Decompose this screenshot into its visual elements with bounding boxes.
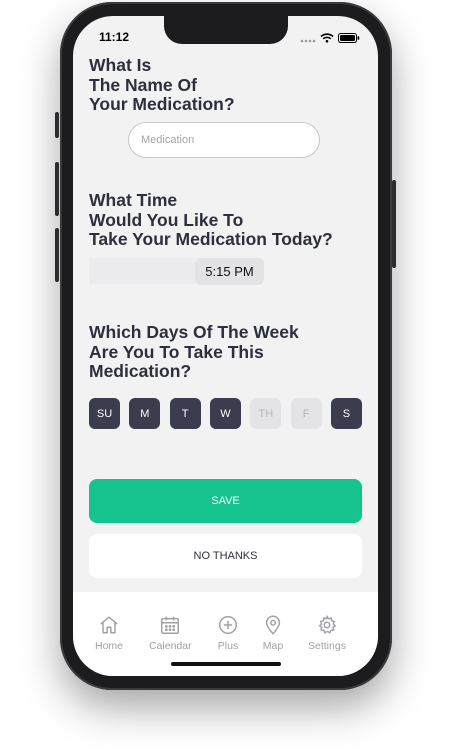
tab-plus[interactable]: Plus (217, 614, 239, 652)
side-button-mute (55, 112, 59, 138)
tab-label: Calendar (149, 640, 192, 652)
day-toggle-wednesday[interactable]: W (209, 398, 241, 429)
signal-icon (300, 30, 316, 48)
status-time: 11:12 (99, 30, 130, 44)
day-toggle-saturday[interactable]: S (330, 398, 362, 429)
day-toggle-friday[interactable]: F (290, 398, 322, 429)
notch (164, 16, 288, 44)
heading-line: What Time (89, 190, 178, 210)
tab-label: Plus (217, 640, 239, 652)
day-toggle-monday[interactable]: M (129, 398, 161, 429)
tab-label: Settings (308, 640, 346, 652)
save-button[interactable]: SAVE (89, 479, 362, 523)
medication-name-heading: What Is The Name Of Your Medication? (89, 55, 235, 115)
gear-icon (316, 614, 338, 640)
heading-line: Take Your Medication Today? (89, 229, 333, 249)
day-selector: SU M T W TH F S (89, 398, 362, 429)
tab-settings[interactable]: Settings (308, 614, 346, 652)
heading-line: What Is (89, 55, 152, 75)
heading-line: Your Medication? (89, 94, 235, 114)
heading-line: Which Days Of The Week (89, 322, 299, 342)
tab-home[interactable]: Home (95, 614, 123, 652)
tab-calendar[interactable]: Calendar (149, 614, 192, 652)
time-picker-field[interactable] (89, 258, 199, 284)
medication-input[interactable] (128, 122, 320, 158)
app-screen: 11:12 What Is The Name Of Your Medicatio… (73, 16, 378, 676)
tab-label: Map (262, 640, 284, 652)
day-toggle-tuesday[interactable]: T (169, 398, 201, 429)
wifi-icon (320, 30, 334, 48)
medication-days-heading: Which Days Of The Week Are You To Take T… (89, 322, 299, 382)
side-button-volume-down (55, 228, 59, 282)
tab-map[interactable]: Map (262, 614, 284, 652)
status-icons (300, 30, 360, 48)
calendar-icon (159, 614, 181, 640)
no-thanks-button[interactable]: NO THANKS (89, 534, 362, 578)
side-button-volume-up (55, 162, 59, 216)
heading-line: Are You To Take This (89, 341, 264, 362)
time-picker-button[interactable]: 5:15 PM (195, 258, 264, 285)
plus-circle-icon (217, 614, 239, 640)
side-button-power (392, 180, 396, 268)
home-icon (98, 614, 120, 640)
heading-line: Would You Like To (89, 209, 244, 230)
day-toggle-sunday[interactable]: SU (89, 398, 120, 429)
heading-line: Medication? (89, 361, 192, 381)
battery-icon (338, 30, 360, 48)
map-pin-icon (262, 614, 284, 640)
home-indicator (171, 662, 281, 666)
day-toggle-thursday[interactable]: TH (250, 398, 282, 429)
tab-label: Home (95, 640, 124, 652)
heading-line: The Name Of (89, 74, 197, 95)
medication-time-heading: What Time Would You Like To Take Your Me… (89, 190, 333, 250)
